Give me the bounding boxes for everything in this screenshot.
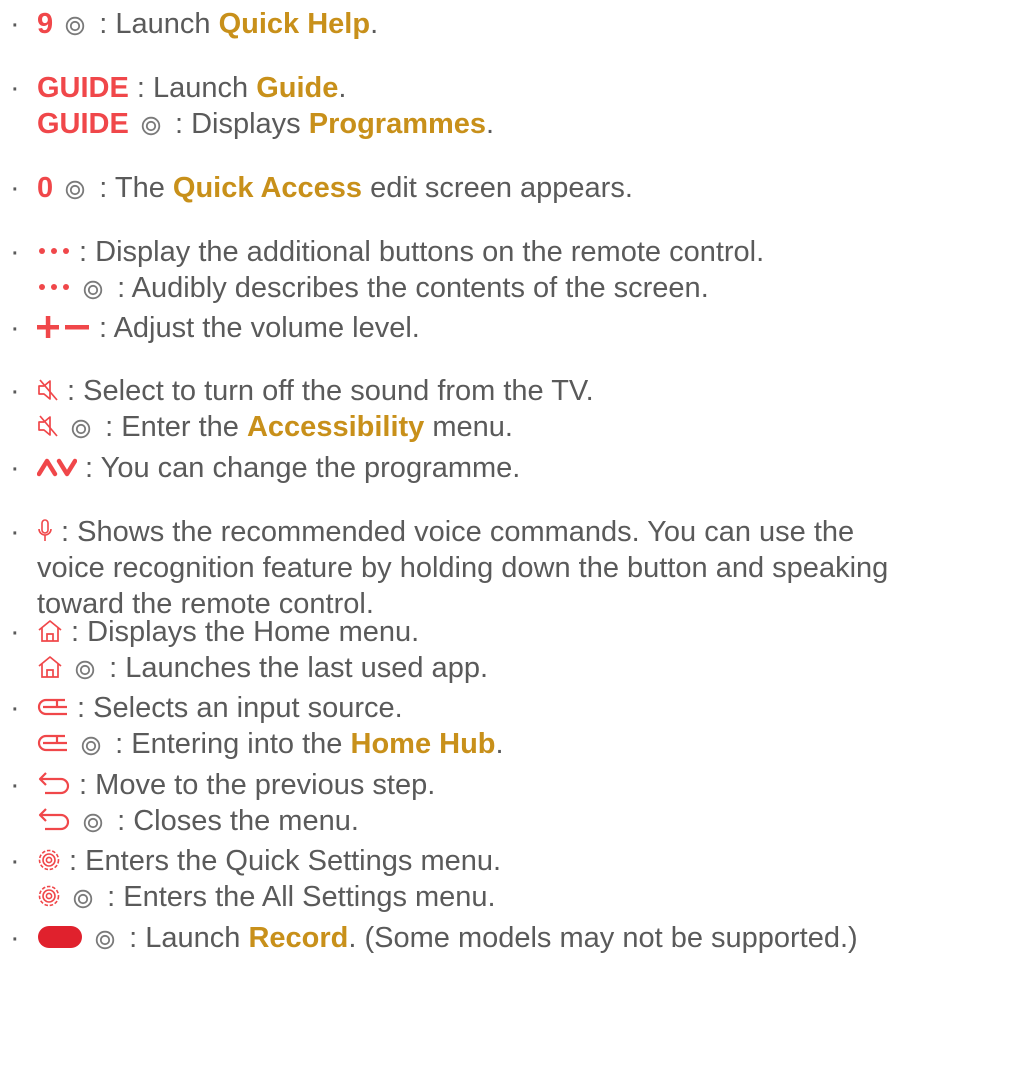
mute-icon (38, 379, 58, 401)
list-item: : Enters the Quick Settings menu. : Ente… (0, 843, 1009, 915)
item-line: GUIDE : Launch Guide. (0, 70, 1009, 106)
home-icon (38, 620, 62, 643)
item-line: : Adjust the volume level. (0, 310, 1009, 346)
settings-gear-icon (38, 886, 60, 907)
list-item: : Launch Record. (Some models may not be… (0, 920, 1009, 956)
back-arrow-icon (38, 808, 70, 831)
list-item: : Move to the previous step. : Closes th… (0, 767, 1009, 839)
link-quick-help[interactable]: Quick Help (219, 8, 371, 40)
link-accessibility[interactable]: Accessibility (247, 411, 424, 443)
list-item: : Shows the recommended voice commands. … (0, 514, 1009, 622)
link-record[interactable]: Record (248, 922, 348, 954)
item-line: : Shows the recommended voice commands. … (0, 514, 1009, 550)
back-arrow-icon (38, 772, 70, 795)
long-press-icon (75, 660, 95, 680)
volume-plus-minus-icon (37, 316, 89, 339)
link-quick-access[interactable]: Quick Access (173, 172, 362, 204)
record-button-icon (38, 926, 82, 949)
more-dots-icon (39, 284, 69, 291)
more-dots-icon (39, 248, 69, 255)
item-line: : Selects an input source. (0, 690, 1009, 726)
item-line: 9 : Launch Quick Help. (0, 6, 1009, 42)
list-item: : Display the additional buttons on the … (0, 234, 1009, 306)
list-item: : Selects an input source. : Entering in… (0, 690, 1009, 762)
item-line: : Enters the All Settings menu. (0, 879, 1009, 915)
item-line: : Enter the Accessibility menu. (0, 409, 1009, 445)
link-guide[interactable]: Guide (256, 72, 338, 104)
item-line: : Audibly describes the contents of the … (0, 270, 1009, 306)
item-line: : Select to turn off the sound from the … (0, 373, 1009, 409)
item-line: : Move to the previous step. (0, 767, 1009, 803)
remote-button-list: 9 : Launch Quick Help. GUIDE : Launch Gu… (0, 0, 1009, 1070)
microphone-icon (38, 519, 52, 542)
long-press-icon (83, 280, 103, 300)
item-line: voice recognition feature by holding dow… (37, 552, 889, 584)
item-line: : Launch Record. (Some models may not be… (0, 920, 1009, 956)
key-label: 9 (37, 8, 54, 40)
key-label: GUIDE (37, 108, 129, 140)
list-item: 0 : The Quick Access edit screen appears… (0, 170, 1009, 206)
list-item: : Adjust the volume level. (0, 310, 1009, 346)
long-press-icon (73, 889, 93, 909)
long-press-icon (71, 419, 91, 439)
input-source-icon (37, 735, 67, 752)
input-source-icon (37, 699, 67, 716)
list-item: 9 : Launch Quick Help. (0, 6, 1009, 42)
list-item: : You can change the programme. (0, 450, 1009, 486)
long-press-icon (81, 736, 101, 756)
link-home-hub[interactable]: Home Hub (351, 728, 496, 760)
long-press-icon (95, 930, 115, 950)
long-press-icon (66, 16, 85, 36)
item-line: : Entering into the Home Hub. (0, 726, 1009, 762)
item-line: : Display the additional buttons on the … (0, 234, 1009, 270)
list-item: GUIDE : Launch Guide. GUIDE : Displays P… (0, 70, 1009, 142)
home-icon (38, 656, 62, 679)
key-label: GUIDE (37, 72, 129, 104)
long-press-icon (83, 813, 103, 833)
link-programmes[interactable]: Programmes (309, 108, 486, 140)
item-line: : You can change the programme. (0, 450, 1009, 486)
item-line: : Launches the last used app. (0, 650, 1009, 686)
item-line: : Closes the menu. (0, 803, 1009, 839)
item-line: : Enters the Quick Settings menu. (0, 843, 1009, 879)
item-line: 0 : The Quick Access edit screen appears… (0, 170, 1009, 206)
list-item: : Select to turn off the sound from the … (0, 373, 1009, 445)
mute-icon (38, 415, 58, 437)
item-line: : Displays the Home menu. (0, 614, 1009, 650)
long-press-icon (66, 180, 85, 200)
key-label: 0 (37, 172, 54, 204)
settings-gear-icon (38, 850, 60, 871)
list-item: : Displays the Home menu. : Launches the… (0, 614, 1009, 686)
long-press-icon (141, 116, 161, 136)
channel-up-down-icon (37, 459, 77, 477)
item-line: GUIDE : Displays Programmes. (37, 108, 495, 140)
